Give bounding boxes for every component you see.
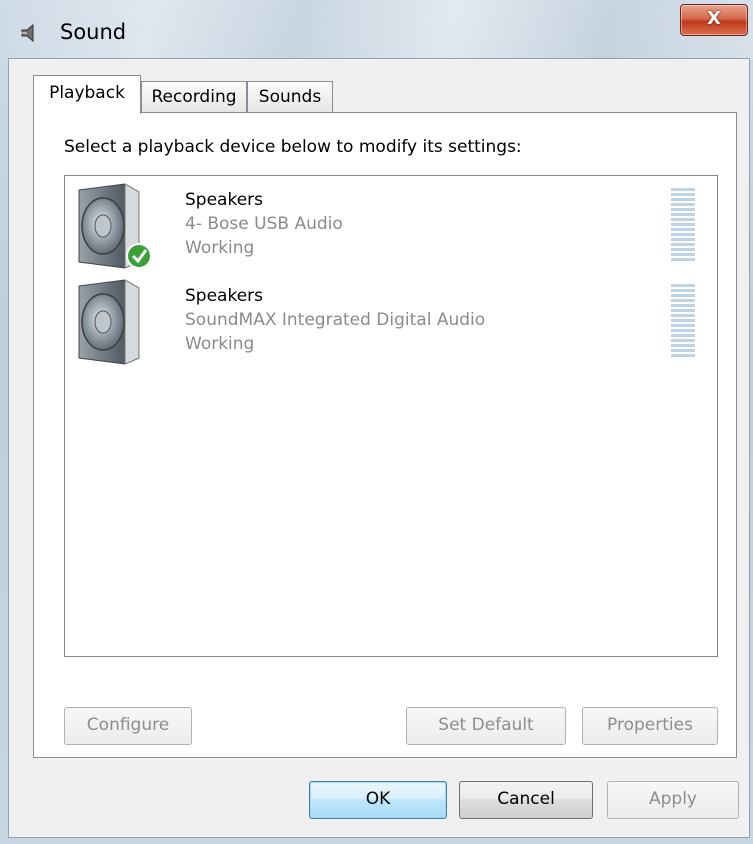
speaker-icon: [78, 183, 152, 269]
close-icon: X: [707, 8, 721, 29]
window-title: Sound: [60, 20, 127, 44]
device-status: Working: [185, 238, 255, 258]
properties-button[interactable]: Properties: [582, 707, 718, 745]
window-frame: Sound X Playback Recording Sounds Select…: [0, 0, 753, 844]
device-status: Working: [185, 334, 255, 354]
tab-sounds[interactable]: Sounds: [247, 81, 333, 112]
tab-recording[interactable]: Recording: [141, 81, 247, 112]
green-check-icon: [126, 243, 152, 269]
volume-meter: [671, 188, 695, 264]
device-list[interactable]: Speakers 4- Bose USB Audio Working Speak…: [64, 175, 718, 657]
configure-button[interactable]: Configure: [64, 707, 192, 745]
list-item-device[interactable]: Speakers 4- Bose USB Audio Working: [65, 176, 717, 272]
playback-tab-panel: Select a playback device below to modify…: [33, 112, 737, 758]
set-default-button[interactable]: Set Default: [406, 707, 566, 745]
device-description: 4- Bose USB Audio: [185, 214, 343, 234]
speaker-icon: [78, 279, 140, 365]
device-name: Speakers: [185, 190, 264, 210]
tab-playback[interactable]: Playback: [33, 75, 141, 114]
dialog-client-area: Playback Recording Sounds Select a playb…: [8, 58, 750, 838]
instruction-text: Select a playback device below to modify…: [64, 137, 522, 157]
device-name: Speakers: [185, 286, 264, 306]
ok-button[interactable]: OK: [309, 781, 447, 819]
list-item-device[interactable]: Speakers SoundMAX Integrated Digital Aud…: [65, 272, 717, 368]
apply-button[interactable]: Apply: [607, 781, 739, 819]
speaker-icon: [21, 23, 34, 43]
close-button[interactable]: X: [680, 4, 748, 36]
volume-meter: [671, 284, 695, 360]
cancel-button[interactable]: Cancel: [459, 781, 593, 819]
title-bar[interactable]: Sound X: [0, 0, 753, 60]
device-description: SoundMAX Integrated Digital Audio: [185, 310, 486, 330]
